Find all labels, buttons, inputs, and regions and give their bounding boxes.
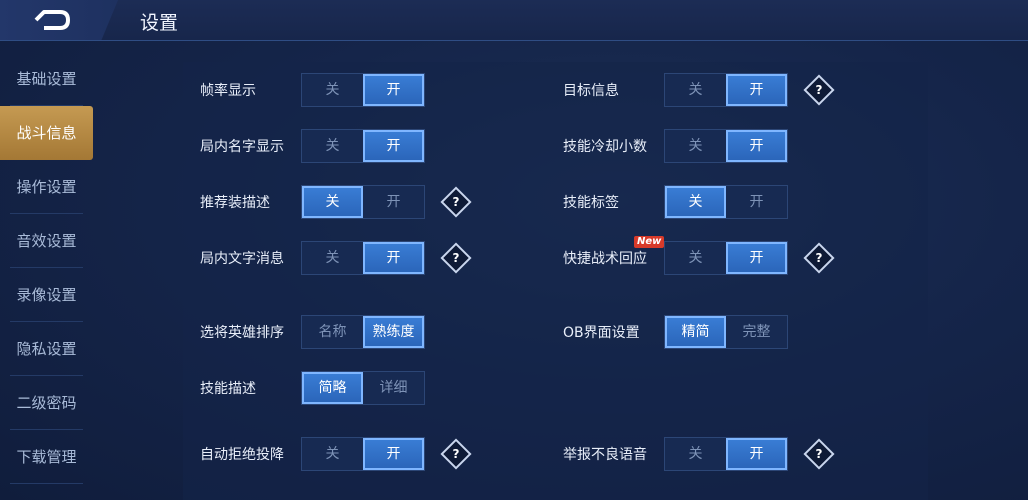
- quick-reply-on[interactable]: 开: [726, 242, 787, 274]
- quick-reply-off[interactable]: 关: [665, 242, 726, 274]
- recommend-gear-off[interactable]: 关: [302, 186, 363, 218]
- name-display-off[interactable]: 关: [302, 130, 363, 162]
- sidebar: 基础设置 战斗信息 操作设置 音效设置 录像设置 隐私设置 二级密码 下载管理: [0, 52, 93, 500]
- frame-rate-label: 帧率显示: [200, 83, 256, 99]
- sidebar-item-basic[interactable]: 基础设置: [0, 52, 93, 106]
- hero-sort-toggle: 名称 熟练度: [301, 315, 425, 349]
- text-message-off[interactable]: 关: [302, 242, 363, 274]
- report-voice-off[interactable]: 关: [665, 438, 726, 470]
- hero-sort-name[interactable]: 名称: [302, 316, 363, 348]
- ob-ui-full[interactable]: 完整: [726, 316, 787, 348]
- sidebar-item-controls[interactable]: 操作设置: [0, 160, 93, 214]
- text-message-label: 局内文字消息: [200, 251, 284, 267]
- quick-reply-toggle: 关 开: [664, 241, 788, 275]
- auto-reject-surrender-toggle: 关 开: [301, 437, 425, 471]
- top-bar: 设置: [0, 0, 1028, 41]
- cooldown-decimal-label: 技能冷却小数: [563, 139, 647, 155]
- quick-reply-label: 快捷战术回应: [563, 251, 647, 267]
- name-display-toggle: 关 开: [301, 129, 425, 163]
- sidebar-item-audio[interactable]: 音效设置: [0, 214, 93, 268]
- target-info-off[interactable]: 关: [665, 74, 726, 106]
- back-button[interactable]: [0, 0, 118, 40]
- settings-panel: [183, 62, 928, 500]
- sidebar-item-privacy[interactable]: 隐私设置: [0, 322, 93, 376]
- auto-reject-surrender-label: 自动拒绝投降: [200, 447, 284, 463]
- target-info-toggle: 关 开: [664, 73, 788, 107]
- sidebar-item-battle-info[interactable]: 战斗信息: [0, 106, 93, 160]
- text-message-on[interactable]: 开: [363, 242, 424, 274]
- skill-desc-detailed[interactable]: 详细: [363, 372, 424, 404]
- cooldown-decimal-off[interactable]: 关: [665, 130, 726, 162]
- auto-reject-surrender-on[interactable]: 开: [363, 438, 424, 470]
- skill-tag-off[interactable]: 关: [665, 186, 726, 218]
- frame-rate-on[interactable]: 开: [363, 74, 424, 106]
- frame-rate-off[interactable]: 关: [302, 74, 363, 106]
- ob-ui-simple[interactable]: 精简: [665, 316, 726, 348]
- cooldown-decimal-on[interactable]: 开: [726, 130, 787, 162]
- new-badge: New: [634, 236, 665, 248]
- skill-desc-toggle: 简略 详细: [301, 371, 425, 405]
- report-voice-label: 举报不良语音: [563, 447, 647, 463]
- sidebar-item-replay[interactable]: 录像设置: [0, 268, 93, 322]
- report-voice-on[interactable]: 开: [726, 438, 787, 470]
- recommend-gear-on[interactable]: 开: [363, 186, 424, 218]
- skill-desc-brief[interactable]: 简略: [302, 372, 363, 404]
- auto-reject-surrender-off[interactable]: 关: [302, 438, 363, 470]
- skill-tag-label: 技能标签: [563, 195, 619, 211]
- recommend-gear-toggle: 关 开: [301, 185, 425, 219]
- recommend-gear-label: 推荐装描述: [200, 195, 270, 211]
- sidebar-item-download[interactable]: 下载管理: [0, 430, 93, 484]
- skill-tag-toggle: 关 开: [664, 185, 788, 219]
- ob-ui-label: OB界面设置: [563, 325, 640, 341]
- cooldown-decimal-toggle: 关 开: [664, 129, 788, 163]
- skill-tag-on[interactable]: 开: [726, 186, 787, 218]
- page-title: 设置: [140, 12, 179, 34]
- hero-sort-proficiency[interactable]: 熟练度: [363, 316, 424, 348]
- target-info-label: 目标信息: [563, 83, 619, 99]
- ob-ui-toggle: 精简 完整: [664, 315, 788, 349]
- name-display-label: 局内名字显示: [200, 139, 284, 155]
- report-voice-toggle: 关 开: [664, 437, 788, 471]
- sidebar-item-second-password[interactable]: 二级密码: [0, 376, 93, 430]
- target-info-on[interactable]: 开: [726, 74, 787, 106]
- hero-sort-label: 选将英雄排序: [200, 325, 284, 341]
- frame-rate-toggle: 关 开: [301, 73, 425, 107]
- name-display-on[interactable]: 开: [363, 130, 424, 162]
- skill-desc-label: 技能描述: [200, 381, 256, 397]
- text-message-toggle: 关 开: [301, 241, 425, 275]
- back-arrow-icon: [34, 10, 70, 30]
